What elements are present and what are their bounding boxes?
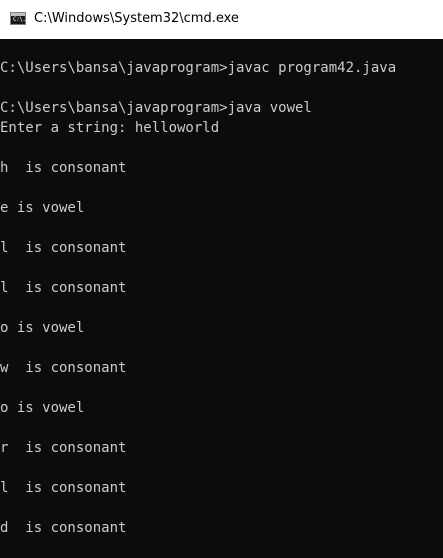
console-line-output: r is consonant <box>0 440 127 456</box>
console-line-output: e is vowel <box>0 200 85 216</box>
console-line-output: o is vowel <box>0 400 85 416</box>
console-line-command-java: C:\Users\bansa\javaprogram>java vowel <box>0 100 312 116</box>
title-bar[interactable]: C:\. C:\Windows\System32\cmd.exe <box>0 0 443 39</box>
console-line-output: l is consonant <box>0 280 127 296</box>
console-line-output: d is consonant <box>0 520 127 536</box>
console-line-output: l is consonant <box>0 240 127 256</box>
console-icon-glyph: C:\. <box>13 16 26 23</box>
console-output[interactable]: C:\Users\bansa\javaprogram>javac program… <box>0 39 443 558</box>
cmd-window: C:\. C:\Windows\System32\cmd.exe C:\User… <box>0 0 443 558</box>
console-line-output: o is vowel <box>0 320 85 336</box>
window-title: C:\Windows\System32\cmd.exe <box>34 11 239 26</box>
console-line-output: l is consonant <box>0 480 127 496</box>
console-line-output: h is consonant <box>0 160 127 176</box>
console-line-output: w is consonant <box>0 360 127 376</box>
console-icon: C:\. <box>10 12 26 25</box>
console-line-prompt: Enter a string: helloworld <box>0 120 220 136</box>
console-line-command-javac: C:\Users\bansa\javaprogram>javac program… <box>0 60 397 76</box>
